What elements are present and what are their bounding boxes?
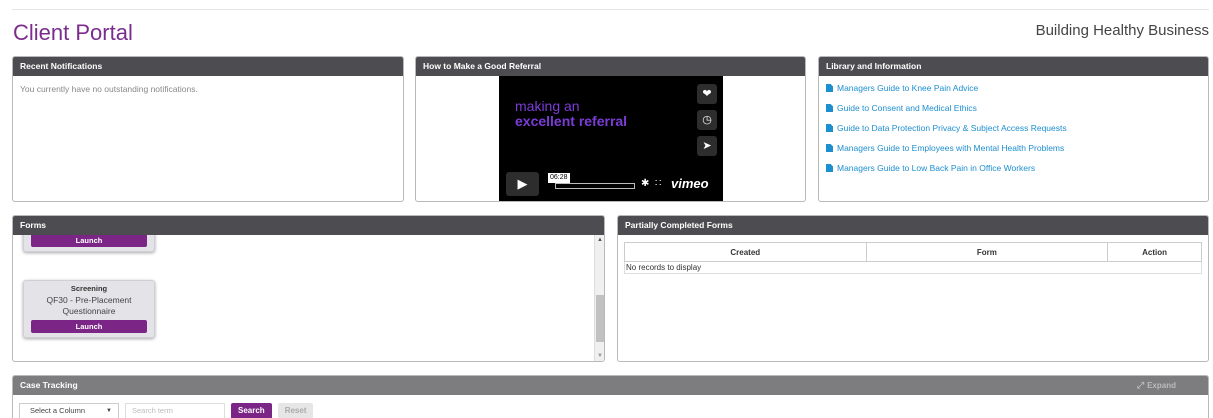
library-list: Managers Guide to Knee Pain Advice Guide… <box>819 76 1208 190</box>
column-header-action[interactable]: Action <box>1107 242 1202 262</box>
fullscreen-icon[interactable]: ∷ <box>655 178 661 189</box>
watch-later-icon[interactable]: ◷ <box>697 110 717 130</box>
reset-button[interactable]: Reset <box>277 403 314 418</box>
library-panel: Library and Information Managers Guide t… <box>818 56 1209 202</box>
library-heading: Library and Information <box>819 57 1208 76</box>
forms-panel: Forms Launch Screening QF30 - Pre-Placem… <box>12 215 605 362</box>
scroll-up-icon[interactable]: ▲ <box>597 237 603 243</box>
document-icon <box>826 124 833 132</box>
library-item[interactable]: Managers Guide to Low Back Pain in Offic… <box>826 163 1201 173</box>
settings-icon[interactable]: ✱ <box>641 178 649 189</box>
document-icon <box>826 104 833 112</box>
form-description: QF30 - Pre-Placement Questionnaire <box>46 295 132 316</box>
play-icon[interactable]: ▶ <box>506 172 539 196</box>
form-card: Screening QF30 - Pre-Placement Questionn… <box>23 280 155 338</box>
video-title: making an excellent referral <box>515 98 628 129</box>
scroll-thumb[interactable] <box>596 295 604 342</box>
document-icon <box>826 144 833 152</box>
tagline: Building Healthy Business <box>1035 22 1209 39</box>
launch-button[interactable]: Launch <box>31 320 147 333</box>
video-time: 06:28 <box>548 173 570 183</box>
table-row: No records to display <box>624 261 1202 274</box>
like-icon[interactable]: ❤ <box>697 84 717 104</box>
column-select[interactable]: Select a Column ▼ <box>19 403 119 418</box>
forms-list[interactable]: Launch Screening QF30 - Pre-Placement Qu… <box>13 235 594 361</box>
expand-button[interactable]: ⤢ Expand <box>1137 376 1176 395</box>
document-icon <box>826 84 833 92</box>
partial-forms-panel: Partially Completed Forms Created Form A… <box>617 215 1209 362</box>
forms-scrollbar[interactable]: ▲ ▼ <box>594 235 604 361</box>
notifications-message: You currently have no outstanding notifi… <box>20 84 198 94</box>
form-card: Launch <box>23 235 155 252</box>
case-tracking-heading: Case Tracking <box>13 376 1208 395</box>
page-title: Client Portal <box>13 20 133 45</box>
empty-message: No records to display <box>624 261 1202 274</box>
forms-heading: Forms <box>13 216 604 235</box>
library-item[interactable]: Guide to Consent and Medical Ethics <box>826 103 1201 113</box>
dropdown-arrow-icon: ▼ <box>106 408 112 414</box>
top-divider <box>12 9 1209 10</box>
search-button[interactable]: Search <box>231 403 272 418</box>
referral-heading: How to Make a Good Referral <box>416 57 805 76</box>
notifications-panel: Recent Notifications You currently have … <box>12 56 404 202</box>
partial-forms-heading: Partially Completed Forms <box>618 216 1208 235</box>
partial-forms-table: Created Form Action No records to displa… <box>624 242 1202 274</box>
library-item[interactable]: Managers Guide to Knee Pain Advice <box>826 83 1201 93</box>
library-item[interactable]: Guide to Data Protection Privacy & Subje… <box>826 123 1201 133</box>
expand-icon: ⤢ <box>1136 380 1145 390</box>
scroll-down-icon[interactable]: ▼ <box>597 353 603 359</box>
column-header-form[interactable]: Form <box>865 242 1109 262</box>
search-input[interactable]: Search term <box>125 403 225 418</box>
video-progress-bar[interactable] <box>555 183 635 189</box>
launch-button[interactable]: Launch <box>31 235 147 247</box>
referral-panel: How to Make a Good Referral making an ex… <box>415 56 806 202</box>
vimeo-logo[interactable]: vimeo <box>671 176 709 191</box>
form-category: Screening <box>70 284 108 293</box>
column-header-created[interactable]: Created <box>624 242 867 262</box>
case-tracking-controls: Select a Column ▼ Search term Search Rese… <box>19 403 314 418</box>
notifications-heading: Recent Notifications <box>13 57 403 76</box>
video-player[interactable]: making an excellent referral ❤ ◷ ➤ ▶ 06:… <box>499 76 723 201</box>
case-tracking-panel: Case Tracking ⤢ Expand Select a Column ▼ S… <box>12 375 1209 418</box>
share-icon[interactable]: ➤ <box>697 136 717 156</box>
document-icon <box>826 164 833 172</box>
library-item[interactable]: Managers Guide to Employees with Mental … <box>826 143 1201 153</box>
